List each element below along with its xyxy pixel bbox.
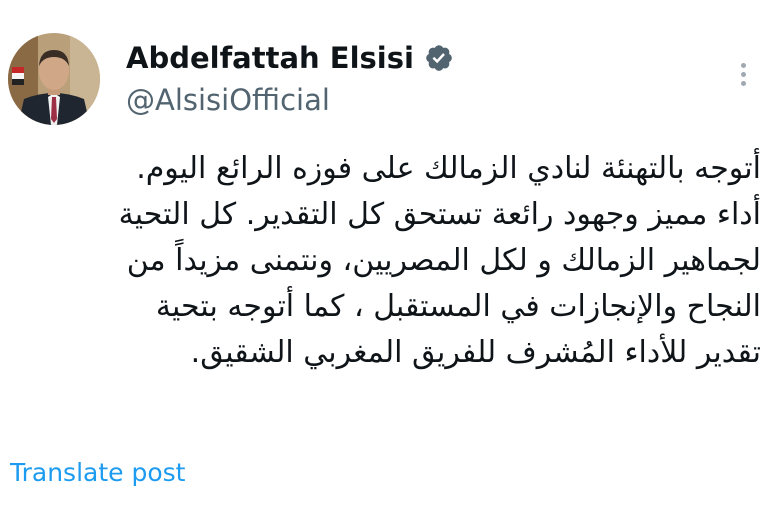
display-name-row[interactable]: Abdelfattah Elsisi (126, 38, 454, 78)
verified-badge-icon[interactable] (424, 43, 454, 73)
avatar-photo (8, 33, 100, 125)
post-text-line: أتوجه بالتهنئة لنادي الزمالك على فوزه ال… (136, 151, 761, 186)
more-vertical-icon-dot (740, 80, 746, 86)
post-text-line: أداء مميز وجهود رائعة تستحق كل التقدير. … (118, 197, 761, 232)
post-text-line: تقدير للأداء المُشرف للفريق المغربي الشق… (190, 335, 761, 370)
translate-post-link[interactable]: Translate post (10, 455, 185, 491)
post-text: أتوجه بالتهنئة لنادي الزمالك على فوزه ال… (3, 146, 761, 376)
post-text-line: النجاح والإنجازات في المستقبل ، كما أتوج… (155, 289, 761, 324)
avatar[interactable] (8, 33, 100, 125)
more-vertical-icon (740, 62, 746, 68)
user-handle[interactable]: @AlsisiOfficial (126, 80, 330, 120)
post-text-line: لجماهير الزمالك و لكل المصريين، ونتمنى م… (126, 243, 761, 278)
display-name[interactable]: Abdelfattah Elsisi (126, 38, 414, 78)
more-options-button[interactable] (728, 56, 758, 92)
more-vertical-icon-dot (740, 71, 746, 77)
